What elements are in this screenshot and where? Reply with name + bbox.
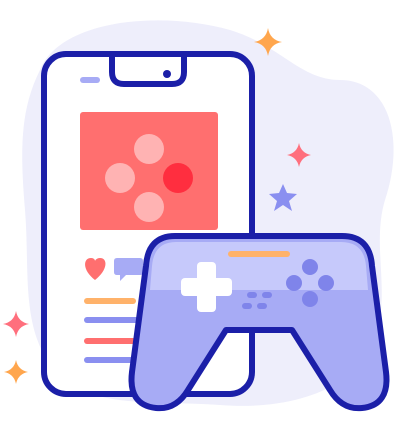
mobile-gaming-illustration — [0, 0, 411, 427]
sparkle-icon — [3, 311, 29, 337]
text-line-3 — [84, 338, 136, 344]
face-button-bottom — [302, 291, 318, 307]
card-dot-top — [134, 134, 164, 164]
phone-camera — [163, 70, 171, 78]
sparkle-icon — [4, 360, 28, 384]
text-line-2 — [84, 317, 144, 323]
illustration-canvas — [3, 20, 394, 412]
card-dot-bottom — [134, 192, 164, 222]
face-button-left — [286, 275, 302, 291]
text-line-1 — [84, 298, 136, 304]
gamepad-accent-bar — [228, 251, 290, 257]
menu-button — [242, 303, 252, 309]
phone-speaker — [80, 77, 100, 83]
menu-button — [257, 303, 267, 309]
card-dot-left — [105, 163, 135, 193]
start-button — [262, 292, 272, 298]
select-button — [247, 292, 257, 298]
face-button-right — [318, 275, 334, 291]
card-dot-right-active — [163, 163, 193, 193]
face-button-top — [302, 259, 318, 275]
text-line-4 — [84, 357, 136, 363]
